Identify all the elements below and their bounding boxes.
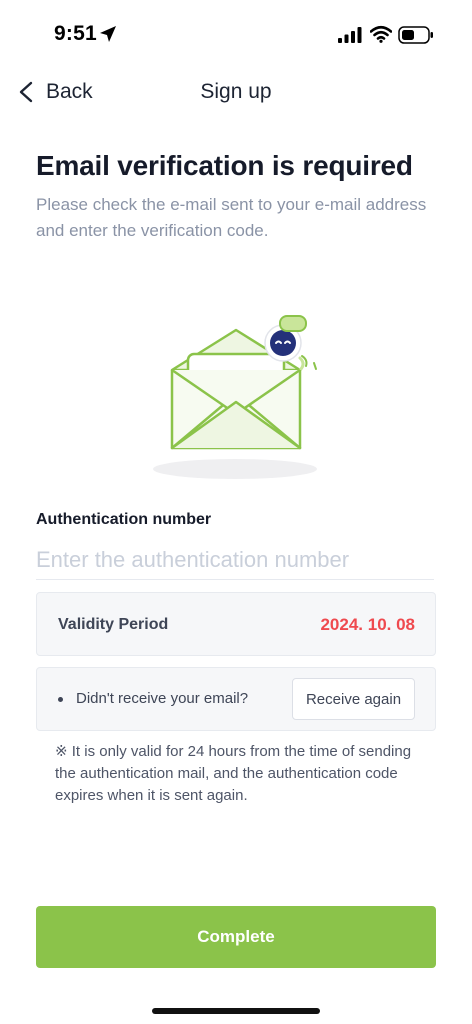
status-time: 9:51	[54, 22, 97, 45]
wifi-icon	[370, 25, 392, 43]
envelope-with-robot-illustration	[153, 315, 317, 479]
receive-again-button[interactable]: Receive again	[292, 678, 415, 720]
validity-period-box: Validity Period 2024. 10. 08	[36, 592, 436, 656]
page-title: Sign up	[200, 80, 272, 103]
auth-number-label: Authentication number	[36, 511, 212, 528]
verification-description: Please check the e-mail sent to your e-m…	[36, 195, 427, 240]
validity-period-label: Validity Period	[58, 616, 169, 633]
complete-button[interactable]: Complete	[36, 906, 436, 968]
location-arrow-icon	[100, 26, 116, 42]
validity-note: ※ It is only valid for 24 hours from the…	[55, 743, 412, 804]
validity-period-date: 2024. 10. 08	[320, 615, 415, 634]
verification-heading: Email verification is required	[36, 150, 413, 181]
home-indicator	[152, 1008, 320, 1014]
signal-icon	[338, 27, 362, 43]
battery-icon	[398, 26, 433, 44]
navigation-bar: Back Sign up	[0, 70, 472, 114]
auth-number-input[interactable]	[36, 540, 434, 580]
resend-question: Didn't receive your email?	[76, 690, 249, 707]
resend-box: Didn't receive your email? Receive again	[36, 667, 436, 731]
bullet-dot	[58, 697, 63, 702]
status-bar: 9:51	[0, 0, 472, 70]
